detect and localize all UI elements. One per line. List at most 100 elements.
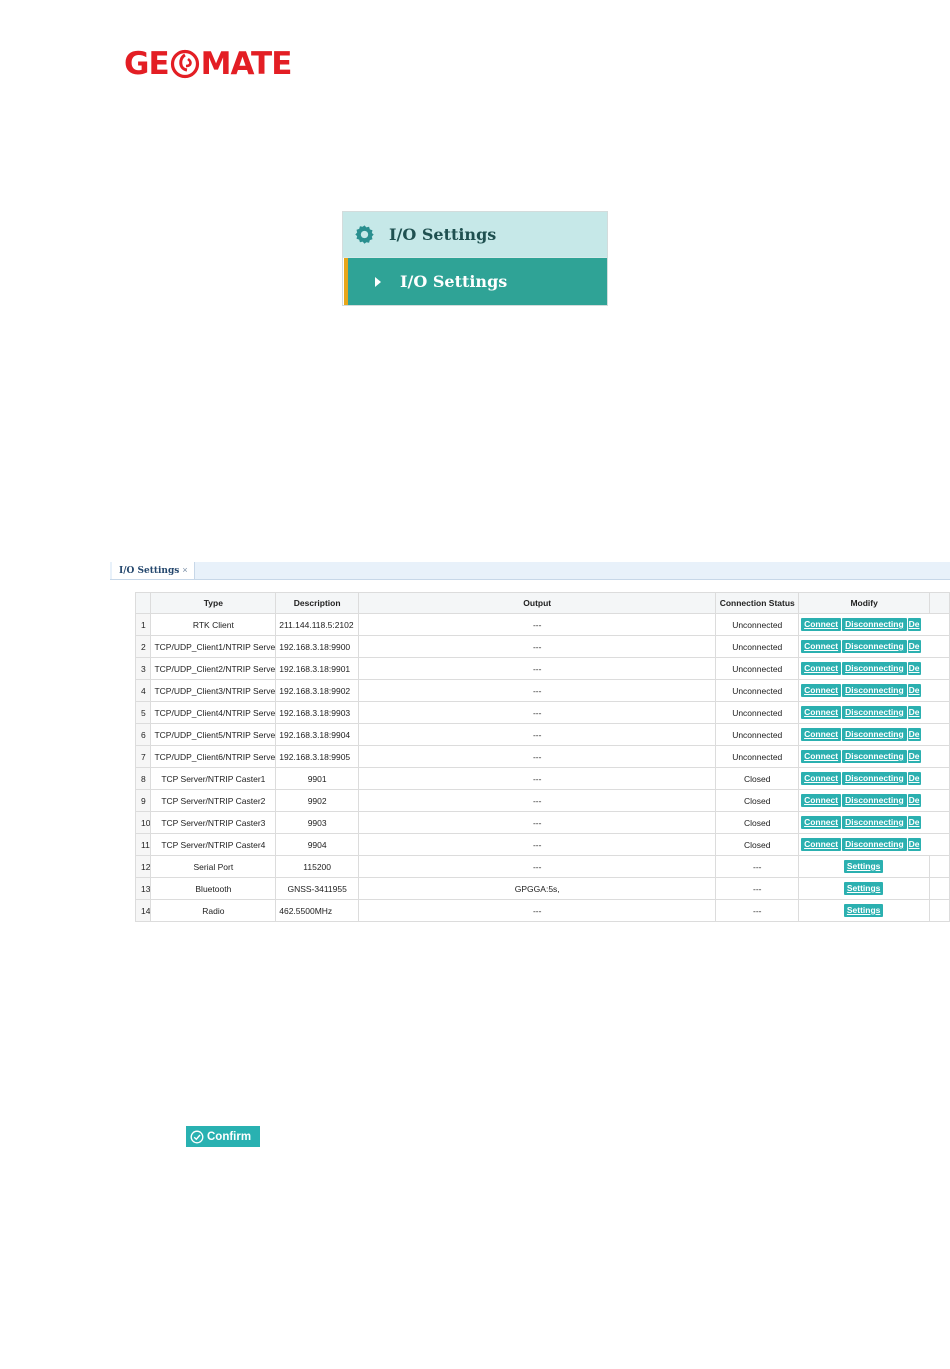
cell-modify: Connect Disconnecting De	[798, 833, 950, 856]
io-settings-menu: I/O Settings I/O Settings	[342, 211, 608, 306]
table-row: 4 TCP/UDP_Client3/NTRIP Serve 192.168.3.18…	[134, 679, 950, 702]
de-button[interactable]: De	[907, 750, 921, 763]
cell-modify: Connect Disconnecting De	[798, 679, 950, 702]
cell-modify: Connect Disconnecting De	[798, 767, 950, 790]
disconnecting-button[interactable]: Disconnecting	[842, 772, 907, 785]
menu-item-label: I/O Settings	[400, 272, 508, 291]
cell-output: ---	[358, 855, 717, 878]
connect-button[interactable]: Connect	[801, 728, 842, 741]
disconnecting-button[interactable]: Disconnecting	[842, 750, 907, 763]
de-button[interactable]: De	[907, 772, 921, 785]
cell-index: 9	[134, 789, 152, 812]
column-header-output: Output	[358, 592, 717, 614]
connect-button[interactable]: Connect	[801, 706, 842, 719]
cell-connection-status: ---	[715, 877, 800, 900]
confirm-label: Confirm	[207, 1130, 252, 1143]
disconnecting-button[interactable]: Disconnecting	[842, 794, 907, 807]
menu-item-io-settings[interactable]: I/O Settings	[344, 258, 607, 305]
cell-connection-status: Closed	[715, 789, 800, 812]
settings-button[interactable]: Settings	[843, 882, 884, 895]
disconnecting-button[interactable]: Disconnecting	[842, 640, 907, 653]
connect-button[interactable]: Connect	[801, 662, 842, 675]
de-button[interactable]: De	[907, 816, 921, 829]
menu-header[interactable]: I/O Settings	[343, 212, 607, 258]
de-button[interactable]: De	[907, 838, 921, 851]
column-header-index	[134, 592, 152, 614]
connect-button[interactable]: Connect	[801, 816, 842, 829]
cell-index: 11	[134, 833, 152, 856]
connect-button[interactable]: Connect	[801, 794, 842, 807]
cell-modify: Settings	[798, 855, 931, 878]
cell-output: ---	[358, 635, 717, 658]
cell-modify: Connect Disconnecting De	[798, 745, 950, 768]
cell-index: 1	[134, 613, 152, 636]
cell-type: Radio	[150, 899, 277, 922]
cell-description: 9903	[275, 811, 360, 834]
column-header-connection-status: Connection Status	[715, 592, 800, 614]
cell-modify: Connect Disconnecting De	[798, 701, 950, 724]
cell-modify: Connect Disconnecting De	[798, 723, 950, 746]
caret-right-icon	[375, 276, 381, 287]
cell-extra	[929, 899, 950, 922]
close-icon[interactable]: ×	[182, 566, 187, 575]
cell-description: 192.168.3.18:9902	[275, 679, 360, 702]
cell-index: 13	[134, 877, 152, 900]
cell-description: 115200	[275, 855, 360, 878]
settings-button[interactable]: Settings	[843, 860, 884, 873]
cell-modify: Connect Disconnecting De	[798, 635, 950, 658]
disconnecting-button[interactable]: Disconnecting	[842, 706, 907, 719]
disconnecting-button[interactable]: Disconnecting	[842, 662, 907, 675]
cell-modify: Connect Disconnecting De	[798, 613, 950, 636]
io-settings-panel: I/O Settings × Type Description Output C…	[110, 562, 950, 926]
cell-output: GPGGA:5s,	[358, 877, 717, 900]
cell-description: GNSS-3411955	[275, 877, 360, 900]
tab-io-settings[interactable]: I/O Settings ×	[112, 562, 195, 579]
table-row: 12 Serial Port 115200 --- --- Settings	[134, 855, 950, 878]
disconnecting-button[interactable]: Disconnecting	[842, 838, 907, 851]
de-button[interactable]: De	[907, 618, 921, 631]
cell-output: ---	[358, 811, 717, 834]
cell-description: 192.168.3.18:9900	[275, 635, 360, 658]
confirm-button[interactable]: Confirm	[186, 1126, 260, 1147]
cell-connection-status: Unconnected	[715, 679, 800, 702]
disconnecting-button[interactable]: Disconnecting	[842, 684, 907, 697]
cell-type: Bluetooth	[150, 877, 277, 900]
de-button[interactable]: De	[907, 640, 921, 653]
disconnecting-button[interactable]: Disconnecting	[842, 816, 907, 829]
cell-type: TCP/UDP_Client6/NTRIP Serve	[150, 745, 277, 768]
connect-button[interactable]: Connect	[801, 684, 842, 697]
settings-button[interactable]: Settings	[843, 904, 884, 917]
cell-output: ---	[358, 657, 717, 680]
table-header-row: Type Description Output Connection Statu…	[134, 592, 950, 614]
table-row: 14 Radio 462.5500MHz --- --- Settings	[134, 899, 950, 922]
cell-index: 2	[134, 635, 152, 658]
menu-header-title: I/O Settings	[389, 225, 497, 244]
cell-description: 9902	[275, 789, 360, 812]
cell-index: 5	[134, 701, 152, 724]
cell-description: 192.168.3.18:9901	[275, 657, 360, 680]
cell-index: 3	[134, 657, 152, 680]
cell-type: TCP/UDP_Client1/NTRIP Serve	[150, 635, 277, 658]
cell-description: 211.144.118.5:2102	[275, 613, 360, 636]
disconnecting-button[interactable]: Disconnecting	[842, 618, 907, 631]
connect-button[interactable]: Connect	[801, 772, 842, 785]
column-header-type: Type	[150, 592, 277, 614]
connect-button[interactable]: Connect	[801, 618, 842, 631]
de-button[interactable]: De	[907, 706, 921, 719]
de-button[interactable]: De	[907, 794, 921, 807]
de-button[interactable]: De	[907, 728, 921, 741]
de-button[interactable]: De	[907, 662, 921, 675]
connect-button[interactable]: Connect	[801, 750, 842, 763]
disconnecting-button[interactable]: Disconnecting	[842, 728, 907, 741]
connect-button[interactable]: Connect	[801, 640, 842, 653]
geomate-logo: GE MATE	[124, 46, 292, 82]
cell-output: ---	[358, 613, 717, 636]
cell-connection-status: ---	[715, 899, 800, 922]
de-button[interactable]: De	[907, 684, 921, 697]
cell-connection-status: Unconnected	[715, 657, 800, 680]
cell-extra	[929, 855, 950, 878]
cell-description: 192.168.3.18:9904	[275, 723, 360, 746]
cell-output: ---	[358, 723, 717, 746]
connect-button[interactable]: Connect	[801, 838, 842, 851]
cell-description: 192.168.3.18:9905	[275, 745, 360, 768]
